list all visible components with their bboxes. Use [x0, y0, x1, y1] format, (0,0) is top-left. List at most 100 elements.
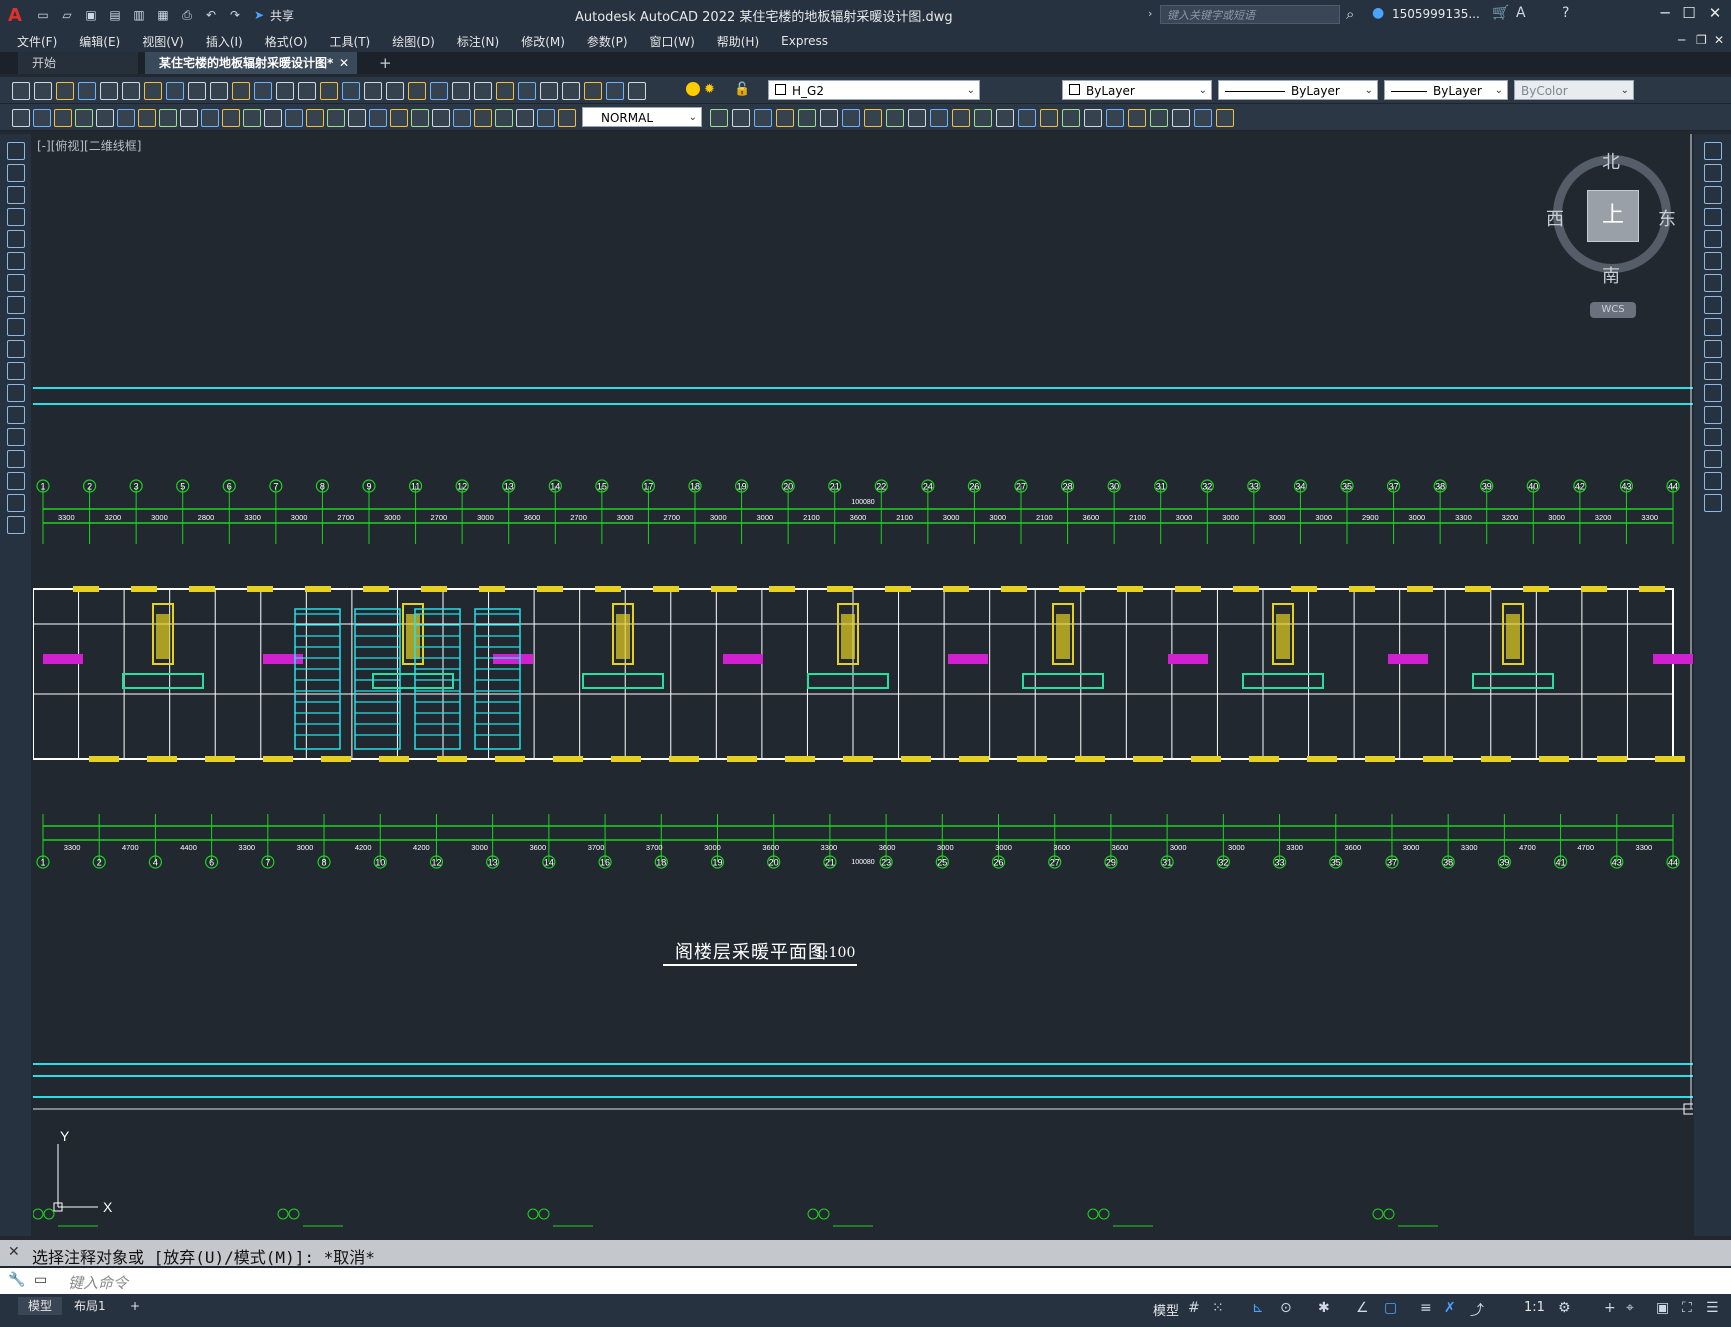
toolbar-tool-icon[interactable] — [298, 82, 316, 100]
toolbar-tool-icon[interactable] — [180, 109, 198, 127]
layer-dropdown[interactable]: H_G2 ⌄ — [768, 80, 980, 100]
toolbar-tool-icon[interactable] — [100, 82, 118, 100]
dock-tool-icon[interactable] — [7, 208, 25, 226]
toolbar-tool-icon[interactable] — [1172, 109, 1190, 127]
toolbar-tool-icon[interactable] — [33, 109, 51, 127]
toolbar-tool-icon[interactable] — [78, 82, 96, 100]
toolbar-tool-icon[interactable] — [776, 109, 794, 127]
dock-tool-icon[interactable] — [1704, 318, 1722, 336]
toolbar-tool-icon[interactable] — [886, 109, 904, 127]
dock-tool-icon[interactable] — [7, 296, 25, 314]
tab-layout1[interactable]: 布局1 — [64, 1297, 116, 1315]
toolbar-tool-icon[interactable] — [264, 109, 282, 127]
menu-insert[interactable]: 插入(I) — [195, 33, 254, 50]
dock-tool-icon[interactable] — [7, 164, 25, 182]
menu-modify[interactable]: 修改(M) — [510, 33, 576, 50]
toolbar-tool-icon[interactable] — [201, 109, 219, 127]
plot-icon[interactable]: ⎙ — [178, 6, 196, 24]
toolbar-tool-icon[interactable] — [188, 82, 206, 100]
redo-icon[interactable]: ↷ — [226, 6, 244, 24]
wrench-icon[interactable]: 🔧 — [8, 1272, 25, 1288]
toolbar-tool-icon[interactable] — [710, 109, 728, 127]
toolbar-tool-icon[interactable] — [996, 109, 1014, 127]
drawing-canvas[interactable]: 1 2 3 5 6 7 8 9 11 12 13 14 15 17 18 19 20 21 22 24 26 27 28 30… — [32, 134, 1695, 1236]
toolbar-tool-icon[interactable] — [327, 109, 345, 127]
toolbar-tool-icon[interactable] — [285, 109, 303, 127]
wcs-menu-button[interactable]: WCS — [1590, 302, 1636, 318]
viewcube-top-face[interactable]: 上 — [1587, 190, 1639, 242]
toolbar-tool-icon[interactable] — [864, 109, 882, 127]
dock-tool-icon[interactable] — [1704, 252, 1722, 270]
new-tab-button[interactable]: + — [365, 52, 406, 74]
autocad-logo-icon[interactable]: A — [8, 5, 28, 26]
dock-tool-icon[interactable] — [1704, 384, 1722, 402]
user-icon[interactable]: ● — [1372, 5, 1384, 21]
toolbar-tool-icon[interactable] — [584, 82, 602, 100]
lineweight-icon[interactable]: ≡ — [1420, 1300, 1432, 1316]
dock-tool-icon[interactable] — [7, 406, 25, 424]
linetype-dropdown[interactable]: ByLayer ⌄ — [1218, 80, 1378, 100]
dock-tool-icon[interactable] — [1704, 450, 1722, 468]
toolbar-tool-icon[interactable] — [1216, 109, 1234, 127]
dock-tool-icon[interactable] — [7, 516, 25, 534]
compass-south[interactable]: 南 — [1602, 262, 1620, 288]
minimize-icon[interactable]: ─ — [1654, 4, 1676, 22]
command-recent-icon[interactable]: ▭ — [34, 1272, 47, 1288]
toolbar-tool-icon[interactable] — [518, 82, 536, 100]
polar-icon[interactable]: ⊙ — [1280, 1300, 1292, 1316]
toolbar-tool-icon[interactable] — [952, 109, 970, 127]
doc-close-icon[interactable]: ✕ — [1714, 33, 1724, 47]
menu-tools[interactable]: 工具(T) — [319, 33, 382, 50]
user-name[interactable]: 1505999135... — [1392, 7, 1480, 21]
save-as-icon[interactable]: ▤ — [106, 6, 124, 24]
autoscale-icon[interactable]: ⤴ — [1470, 1300, 1484, 1320]
toolbar-tool-icon[interactable] — [432, 109, 450, 127]
dock-tool-icon[interactable] — [7, 230, 25, 248]
toolbar-tool-icon[interactable] — [732, 109, 750, 127]
help-icon[interactable]: ? — [1562, 5, 1569, 21]
dock-tool-icon[interactable] — [7, 318, 25, 336]
toolbar-tool-icon[interactable] — [516, 109, 534, 127]
toolbar-tool-icon[interactable] — [798, 109, 816, 127]
dock-tool-icon[interactable] — [1704, 428, 1722, 446]
toolbar-tool-icon[interactable] — [364, 82, 382, 100]
toolbar-tool-icon[interactable] — [138, 109, 156, 127]
isodraft-icon[interactable]: ✱ — [1318, 1300, 1330, 1316]
dock-tool-icon[interactable] — [7, 494, 25, 512]
dock-tool-icon[interactable] — [1704, 164, 1722, 182]
toolbar-tool-icon[interactable] — [842, 109, 860, 127]
search-icon[interactable]: ⌕ — [1346, 5, 1354, 23]
dock-tool-icon[interactable] — [1704, 186, 1722, 204]
toolbar-tool-icon[interactable] — [540, 82, 558, 100]
menu-express[interactable]: Express — [770, 34, 839, 48]
tab-close-icon[interactable]: ✕ — [339, 52, 349, 74]
dock-tool-icon[interactable] — [1704, 472, 1722, 490]
toolbar-tool-icon[interactable] — [56, 82, 74, 100]
command-close-icon[interactable]: ✕ — [8, 1244, 20, 1260]
toolbar-tool-icon[interactable] — [12, 82, 30, 100]
color-dropdown[interactable]: ByLayer ⌄ — [1062, 80, 1212, 100]
toolbar-tool-icon[interactable] — [75, 109, 93, 127]
compass-east[interactable]: 东 — [1658, 205, 1676, 231]
toolbar-tool-icon[interactable] — [606, 82, 624, 100]
dimstyle-dropdown[interactable]: NORMAL ⌄ — [582, 107, 702, 127]
toolbar-tool-icon[interactable] — [1018, 109, 1036, 127]
dock-tool-icon[interactable] — [1704, 230, 1722, 248]
menu-dimension[interactable]: 标注(N) — [446, 33, 510, 50]
toolbar-tool-icon[interactable] — [1040, 109, 1058, 127]
open-web-icon[interactable]: ▥ — [130, 6, 148, 24]
toolbar-tool-icon[interactable] — [276, 82, 294, 100]
plotstyle-dropdown[interactable]: ByColor ⌄ — [1514, 80, 1634, 100]
dock-tool-icon[interactable] — [7, 428, 25, 446]
toolbar-tool-icon[interactable] — [166, 82, 184, 100]
toolbar-tool-icon[interactable] — [210, 82, 228, 100]
save-web-icon[interactable]: ▦ — [154, 6, 172, 24]
toolbar-tool-icon[interactable] — [12, 109, 30, 127]
toolbar-tool-icon[interactable] — [1150, 109, 1168, 127]
share-icon[interactable]: ➤ — [250, 6, 268, 24]
isolate-icon[interactable]: ⌖ — [1626, 1300, 1634, 1316]
viewport-controls-label[interactable]: [-][俯视][二维线框] — [37, 137, 141, 154]
toolbar-tool-icon[interactable] — [1106, 109, 1124, 127]
status-model-space[interactable]: 模型 — [1153, 1300, 1179, 1319]
save-icon[interactable]: ▣ — [82, 6, 100, 24]
